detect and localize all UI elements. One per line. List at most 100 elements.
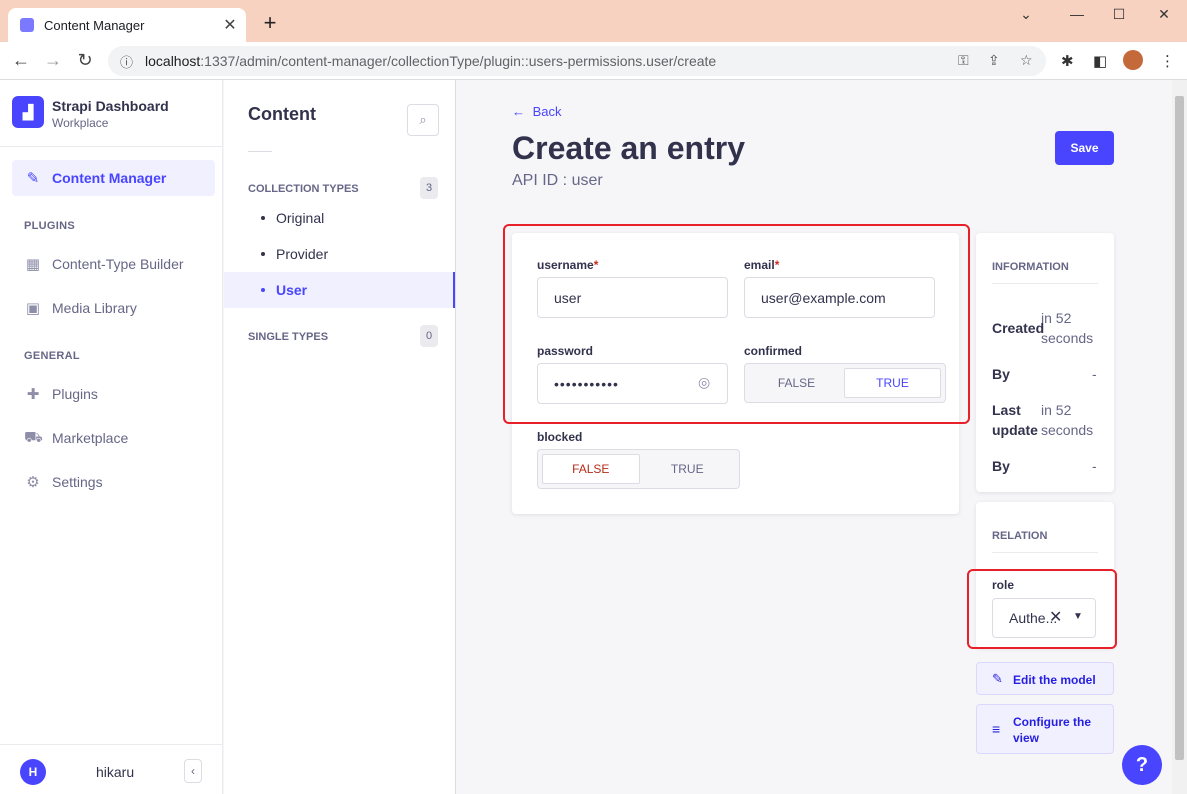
close-window-icon[interactable]: ✕ [1154,6,1174,23]
highlight-box-fields [503,224,970,424]
blocked-toggle[interactable]: FALSE TRUE [537,449,740,489]
nav-section-general: GENERAL [24,350,80,362]
nav-item-label: Content-Type Builder [52,256,184,272]
edit-model-button[interactable]: ✎ Edit the model [976,662,1114,695]
last-update-label-line1: Last [992,402,1021,418]
key-icon[interactable]: ⚿ [958,52,969,69]
nav-item-plugins[interactable]: ✚ Plugins [12,376,215,412]
share-icon[interactable]: ⇪ [988,52,1000,69]
brand-name: Strapi Dashboard [52,98,169,114]
sub-nav-item-label: Provider [276,246,329,262]
blocked-true-option[interactable]: TRUE [640,454,736,484]
chevron-down-icon[interactable]: ⌄ [1016,6,1036,23]
blocked-false-option[interactable]: FALSE [542,454,640,484]
nav-item-label: Media Library [52,300,137,316]
nav-footer: H hikaru ‹ [0,744,222,794]
new-tab-button[interactable]: + [259,10,281,36]
main-nav: ▟ Strapi Dashboard Workplace ✎ Content M… [0,80,223,794]
main-content: ← Back Create an entry API ID : user Sav… [456,80,1172,794]
user-name[interactable]: hikaru [96,764,134,780]
pencil-icon: ✎ [992,671,1003,686]
maximize-icon[interactable]: ☐ [1109,6,1129,23]
sub-nav-divider [248,151,272,152]
nav-divider [0,146,222,147]
avatar[interactable]: H [20,759,46,785]
content-sub-nav: Content ⌕ COLLECTION TYPES 3 Original Pr… [224,80,456,794]
created-label: Created [992,320,1045,336]
site-info-icon[interactable]: ⓘ [120,52,133,71]
url-path: :1337/admin/content-manager/collectionTy… [200,53,717,69]
collection-types-count: 3 [420,177,438,199]
configure-view-label-line1: Configure the [1013,715,1091,729]
browser-tab[interactable]: Content Manager ✕ [8,8,246,42]
information-divider [992,283,1098,284]
configure-view-label-line2: view [1013,731,1040,745]
browser-toolbar: ← → ↻ ⓘ localhost:1337/admin/content-man… [0,42,1187,80]
information-card: INFORMATION Created in 52 seconds By - L… [976,233,1114,492]
highlight-box-role [967,569,1117,649]
nav-item-label: Marketplace [52,430,129,446]
address-bar[interactable]: ⓘ localhost:1337/admin/content-manager/c… [108,46,1046,76]
sub-nav-item-original[interactable]: Original [248,200,455,236]
url-host: localhost [145,53,201,69]
extensions-icon[interactable]: ✱ [1061,52,1074,70]
collection-types-heading[interactable]: COLLECTION TYPES [248,183,359,195]
created-value-line2: seconds [1041,330,1094,346]
edit-model-label: Edit the model [1013,673,1096,687]
blocked-label: blocked [537,430,583,444]
nav-item-content-type-builder[interactable]: ▦ Content-Type Builder [12,246,215,282]
sub-nav-item-label: User [276,282,308,298]
collapse-nav-button[interactable]: ‹ [184,759,202,783]
side-panel-icon[interactable]: ◧ [1093,52,1107,70]
browser-tab-bar: Content Manager ✕ + ⌄ — ☐ ✕ [0,0,1187,42]
save-button[interactable]: Save [1055,131,1114,165]
page-title: Create an entry [512,130,745,166]
sub-nav-title: Content [248,104,316,124]
scrollbar[interactable] [1172,80,1187,794]
configure-view-button[interactable]: ≡ Configure the view [976,704,1114,754]
minimize-icon[interactable]: — [1067,6,1087,22]
nav-item-label: Content Manager [52,170,167,186]
created-value-line1: in 52 [1041,310,1072,326]
brand-workplace: Workplace [52,116,109,130]
information-heading: INFORMATION [992,261,1069,273]
api-id: API ID : user [512,172,603,189]
last-update-label-line2: update [992,422,1038,438]
close-tab-icon[interactable]: ✕ [220,15,240,35]
tab-title: Content Manager [44,17,145,33]
sub-nav-item-label: Original [276,210,325,226]
forward-arrow-icon[interactable]: → [42,50,64,71]
nav-item-label: Settings [52,474,103,490]
kebab-menu-icon[interactable]: ⋮ [1160,52,1175,70]
back-link[interactable]: ← Back [512,104,562,119]
profile-avatar[interactable] [1123,50,1143,70]
relation-heading: RELATION [992,530,1048,542]
search-icon[interactable]: ⌕ [407,104,439,136]
puzzle-icon: ✚ [26,386,40,403]
reload-icon[interactable]: ↻ [74,50,96,71]
list-icon: ≡ [992,721,1001,737]
back-arrow-icon[interactable]: ← [10,50,32,71]
nav-item-label: Plugins [52,386,98,402]
sub-nav-item-provider[interactable]: Provider [248,236,455,272]
last-update-value-line2: seconds [1041,422,1094,438]
nav-section-plugins: PLUGINS [24,220,75,232]
by-label: By [992,366,1010,382]
scrollbar-thumb[interactable] [1175,96,1184,760]
bookmark-star-icon[interactable]: ☆ [1020,52,1033,69]
layout-icon: ▦ [25,256,41,273]
sub-nav-item-user[interactable]: User [224,272,455,308]
nav-item-marketplace[interactable]: ⛟ Marketplace [12,420,215,456]
nav-item-content-manager[interactable]: ✎ Content Manager [12,160,215,196]
by-value: - [1092,366,1097,382]
last-update-value-line1: in 52 [1041,402,1072,418]
gear-icon: ⚙ [26,474,40,491]
by-label-2: By [992,458,1010,474]
image-icon: ▣ [25,300,41,317]
bullet-icon [261,288,265,292]
strapi-logo-icon: ▟ [12,96,44,128]
help-button[interactable]: ? [1122,745,1162,785]
nav-item-media-library[interactable]: ▣ Media Library [12,290,215,326]
single-types-heading[interactable]: SINGLE TYPES [248,331,328,343]
nav-item-settings[interactable]: ⚙ Settings [12,464,215,500]
